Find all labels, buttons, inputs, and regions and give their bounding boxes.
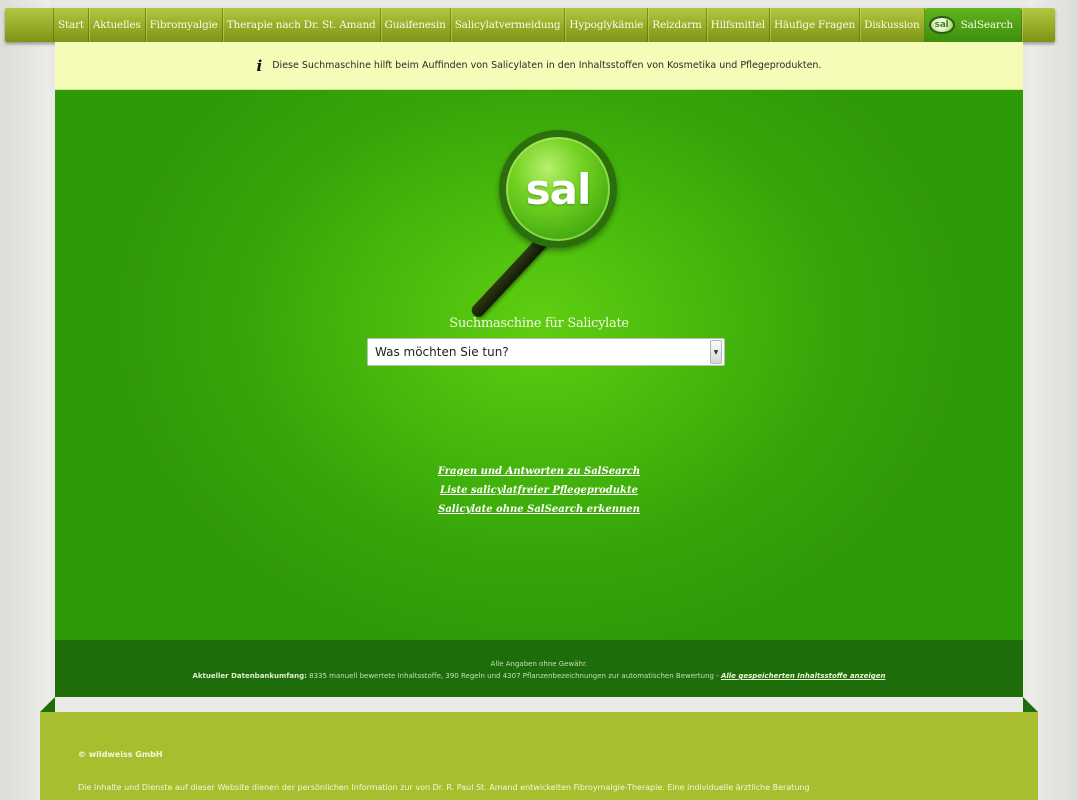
- link-all-ingredients[interactable]: Alle gespeicherten Inhaltsstoffe anzeige…: [721, 672, 886, 680]
- page-side-right: [1028, 0, 1078, 800]
- nav-item-fibromyalgie[interactable]: Fibromyalgie: [146, 8, 223, 42]
- database-text: 8335 manuell bewertete Inhaltsstoffe, 39…: [309, 672, 721, 680]
- main-navigation: Start Aktuelles Fibromyalgie Therapie na…: [5, 8, 1055, 42]
- info-bar: i Diese Suchmaschine hilft beim Auffinde…: [55, 42, 1023, 90]
- action-select[interactable]: Was möchten Sie tun? ▼: [367, 338, 725, 366]
- nav-item-diskussion[interactable]: Diskussion: [860, 8, 925, 42]
- nav-item-hypoglykaemie[interactable]: Hypoglykämie: [565, 8, 649, 42]
- database-label: Aktueller Datenbankumfang:: [192, 672, 307, 680]
- footer-copyright: © wildweiss GmbH: [78, 750, 163, 759]
- nav-item-aktuelles[interactable]: Aktuelles: [89, 8, 146, 42]
- nav-item-haeufige-fragen[interactable]: Häufige Fragen: [770, 8, 861, 42]
- database-summary: Aktueller Datenbankumfang: 8335 manuell …: [55, 670, 1023, 682]
- nav-item-therapie[interactable]: Therapie nach Dr. St. Amand: [223, 8, 381, 42]
- info-text: Diese Suchmaschine hilft beim Auffinden …: [272, 60, 822, 71]
- logo-lens-text: sal: [525, 164, 592, 214]
- footer-ledge-right: [1023, 697, 1038, 712]
- help-links: Fragen und Antworten zu SalSearch Liste …: [55, 462, 1023, 519]
- database-info: Alle Angaben ohne Gewähr. Aktueller Date…: [55, 640, 1023, 697]
- salsearch-logo-icon: sal: [928, 16, 955, 34]
- logo-tagline: Suchmaschine für Salicylate: [449, 316, 629, 331]
- magnifier-icon: sal: [499, 130, 617, 248]
- link-faq-salsearch[interactable]: Fragen und Antworten zu SalSearch: [55, 462, 1023, 481]
- nav-item-reizdarm[interactable]: Reizdarm: [648, 8, 707, 42]
- chevron-down-icon[interactable]: ▼: [710, 340, 722, 364]
- link-salicylate-free-products[interactable]: Liste salicylatfreier Pflegeprodukte: [55, 481, 1023, 500]
- main-content: i Diese Suchmaschine hilft beim Auffinde…: [55, 42, 1023, 697]
- search-area: sal Suchmaschine für Salicylate Was möch…: [55, 90, 1023, 640]
- disclaimer-text: Alle Angaben ohne Gewähr.: [490, 660, 588, 668]
- info-icon: i: [256, 56, 263, 75]
- footer-ledge-left: [40, 697, 55, 712]
- nav-item-salsearch[interactable]: sal SalSearch: [924, 8, 1022, 42]
- nav-item-start[interactable]: Start: [53, 8, 89, 42]
- salsearch-logo: sal Suchmaschine für Salicylate: [419, 130, 659, 331]
- footer-disclaimer: Die Inhalte und Dienste auf dieser Websi…: [78, 783, 810, 792]
- page-side-left: [0, 0, 50, 800]
- link-detect-salicylates[interactable]: Salicylate ohne SalSearch erkennen: [55, 500, 1023, 519]
- page-footer: © wildweiss GmbH Die Inhalte und Dienste…: [40, 712, 1038, 800]
- nav-item-salsearch-label: SalSearch: [960, 19, 1014, 31]
- nav-item-hilfsmittel[interactable]: Hilfsmittel: [707, 8, 770, 42]
- action-select-value: Was möchten Sie tun?: [375, 345, 509, 359]
- nav-item-salicylatvermeidung[interactable]: Salicylatvermeidung: [451, 8, 566, 42]
- nav-item-guaifenesin[interactable]: Guaifenesin: [381, 8, 451, 42]
